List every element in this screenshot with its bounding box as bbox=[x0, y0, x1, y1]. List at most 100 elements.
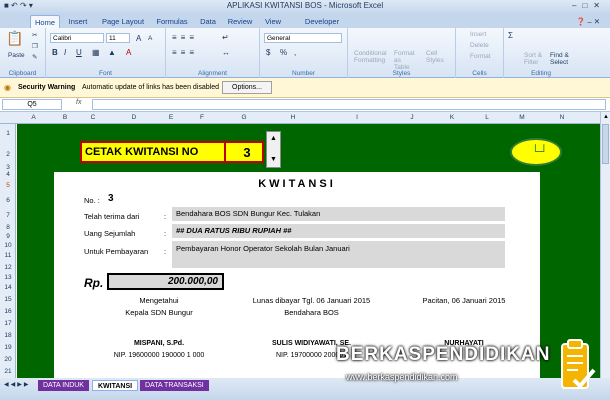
column-header[interactable]: H bbox=[264, 114, 322, 121]
column-header[interactable]: A bbox=[17, 114, 50, 121]
currency-button[interactable]: $ bbox=[266, 48, 270, 57]
scroll-up-icon[interactable]: ▲ bbox=[603, 114, 609, 120]
column-header[interactable]: B bbox=[50, 114, 80, 121]
percent-button[interactable]: % bbox=[280, 48, 287, 57]
row-header[interactable]: 12 bbox=[0, 264, 16, 271]
pembayaran-colon: : bbox=[164, 247, 167, 256]
print-button[interactable]: └┘ bbox=[510, 138, 562, 166]
column-header[interactable]: G bbox=[224, 114, 264, 121]
wrap-text-icon[interactable]: ↵ bbox=[222, 33, 229, 42]
copy-icon[interactable]: ❐ bbox=[32, 42, 38, 50]
formula-input[interactable] bbox=[92, 99, 606, 110]
scroll-thumb[interactable] bbox=[602, 124, 609, 164]
row-header[interactable]: 14 bbox=[0, 284, 16, 291]
row-header[interactable]: 4 bbox=[0, 171, 16, 178]
column-header[interactable]: I bbox=[322, 114, 392, 121]
worksheet[interactable]: CETAK KWITANSI NO 3 ▲ ▼ └┘ KWITANSI No. … bbox=[17, 124, 600, 378]
column-header[interactable]: F bbox=[180, 114, 224, 121]
row-header[interactable]: 2 bbox=[0, 151, 16, 158]
font-name-select[interactable]: Calibri bbox=[50, 33, 104, 43]
spin-up-icon[interactable]: ▲ bbox=[270, 135, 277, 142]
tab-formulas[interactable]: Formulas bbox=[152, 15, 192, 28]
grow-font-button[interactable]: A bbox=[136, 34, 141, 43]
underline-button[interactable]: U bbox=[76, 48, 82, 57]
name-box[interactable]: Q5 bbox=[2, 99, 62, 110]
fx-icon[interactable]: fx bbox=[76, 99, 81, 106]
tab-home[interactable]: Home bbox=[30, 15, 60, 28]
row-header[interactable]: 21 bbox=[0, 368, 16, 375]
row-header[interactable]: 3 bbox=[0, 164, 16, 171]
row-header[interactable]: 18 bbox=[0, 332, 16, 339]
row-header[interactable]: 9 bbox=[0, 233, 16, 240]
rp-value[interactable]: 200.000,00 bbox=[107, 273, 224, 290]
column-header[interactable]: E bbox=[162, 114, 180, 121]
delete-cells-button[interactable]: Delete bbox=[470, 42, 489, 49]
terima-value[interactable]: Bendahara BOS SDN Bungur Kec. Tulakan bbox=[172, 207, 505, 221]
cetak-kwitansi-number[interactable]: 3 bbox=[232, 145, 262, 160]
font-color-icon[interactable]: A bbox=[126, 48, 131, 57]
row-header[interactable]: 16 bbox=[0, 308, 16, 315]
number-spinner[interactable]: ▲ ▼ bbox=[266, 131, 281, 168]
spin-down-icon[interactable]: ▼ bbox=[270, 156, 277, 163]
vertical-scrollbar[interactable]: ▲ bbox=[600, 112, 610, 378]
paste-icon[interactable]: 📋 bbox=[6, 30, 23, 47]
row-header[interactable]: 1 bbox=[0, 130, 16, 137]
row-header[interactable]: 10 bbox=[0, 242, 16, 249]
tab-data[interactable]: Data bbox=[196, 15, 220, 28]
security-options-button[interactable]: Options... bbox=[222, 81, 272, 94]
column-header[interactable]: C bbox=[80, 114, 106, 121]
row-header[interactable]: 17 bbox=[0, 320, 16, 327]
align-left-icons[interactable]: ≡≡≡ bbox=[172, 48, 198, 57]
italic-button[interactable]: I bbox=[64, 48, 66, 57]
tab-view[interactable]: View bbox=[260, 15, 286, 28]
row-header[interactable]: 6 bbox=[0, 197, 16, 204]
borders-icon[interactable]: ▦ bbox=[92, 48, 100, 57]
pembayaran-value[interactable]: Pembayaran Honor Operator Sekolah Bulan … bbox=[172, 241, 505, 268]
insert-cells-button[interactable]: Insert bbox=[470, 31, 486, 38]
format-as-table-button[interactable]: Format as Table bbox=[394, 50, 418, 71]
cut-icon[interactable]: ✂ bbox=[32, 31, 37, 39]
font-size-select[interactable]: 11 bbox=[106, 33, 130, 43]
align-top-icons[interactable]: ≡≡≡ bbox=[172, 33, 198, 42]
sheet-tab-data-induk[interactable]: DATA INDUK bbox=[38, 380, 89, 391]
tab-review[interactable]: Review bbox=[224, 15, 256, 28]
row-header[interactable]: 5 bbox=[0, 182, 16, 189]
help-icon[interactable]: ❓ – ✕ bbox=[568, 15, 608, 28]
tab-insert[interactable]: Insert bbox=[63, 15, 93, 28]
fill-color-icon[interactable]: ▲ bbox=[108, 48, 116, 57]
column-header[interactable]: K bbox=[432, 114, 472, 121]
column-header[interactable]: J bbox=[392, 114, 432, 121]
autosum-icon[interactable]: Σ bbox=[508, 31, 513, 40]
shrink-font-button[interactable]: A bbox=[148, 35, 152, 42]
row-header[interactable]: 19 bbox=[0, 344, 16, 351]
comma-button[interactable]: , bbox=[294, 48, 296, 57]
sheet-tab-data-transaksi[interactable]: DATA TRANSAKSI bbox=[140, 380, 209, 391]
find-select-button[interactable]: Find & Select bbox=[550, 52, 578, 66]
sort-filter-button[interactable]: Sort & Filter bbox=[524, 52, 548, 66]
sheet-tab-kwitansi[interactable]: KWITANSI bbox=[92, 380, 139, 391]
row-header[interactable]: 20 bbox=[0, 356, 16, 363]
column-header[interactable]: D bbox=[106, 114, 162, 121]
sejumlah-value[interactable]: ## DUA RATUS RIBU RUPIAH ## bbox=[172, 224, 505, 238]
merge-center-icon[interactable]: ↔ bbox=[222, 48, 230, 57]
column-headers: A B C D E F G H I J K L M N bbox=[0, 112, 610, 124]
format-cells-button[interactable]: Format bbox=[470, 53, 491, 60]
row-header[interactable]: 7 bbox=[0, 212, 16, 219]
tab-page-layout[interactable]: Page Layout bbox=[98, 15, 148, 28]
number-format-select[interactable]: General bbox=[264, 33, 342, 43]
row-header[interactable]: 15 bbox=[0, 296, 16, 303]
column-header[interactable]: N bbox=[542, 114, 582, 121]
column-header[interactable]: M bbox=[502, 114, 542, 121]
row-header[interactable]: 13 bbox=[0, 274, 16, 281]
window-controls[interactable]: –□✕ bbox=[572, 1, 606, 10]
row-header[interactable]: 8 bbox=[0, 224, 16, 231]
bold-button[interactable]: B bbox=[52, 48, 58, 57]
format-painter-icon[interactable]: ✎ bbox=[32, 53, 37, 61]
column-header[interactable]: L bbox=[472, 114, 502, 121]
conditional-formatting-button[interactable]: Conditional Formatting bbox=[354, 50, 387, 64]
paste-button[interactable]: Paste bbox=[8, 52, 25, 59]
tab-developer[interactable]: Developer bbox=[302, 15, 342, 28]
cell-styles-button[interactable]: Cell Styles bbox=[426, 50, 448, 64]
row-header[interactable]: 11 bbox=[0, 252, 16, 259]
sheet-nav-icons[interactable]: ◀◀▶▶ bbox=[4, 381, 30, 388]
